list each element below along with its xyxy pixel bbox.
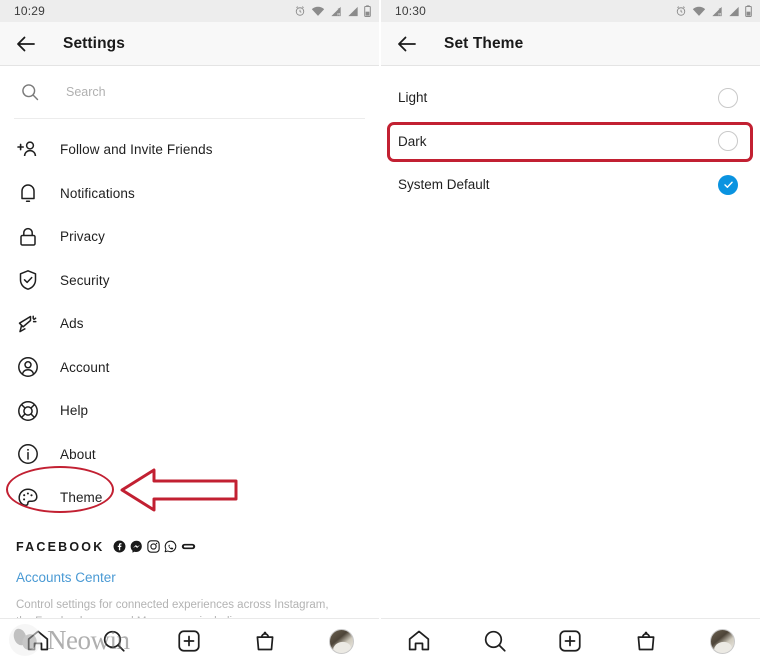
oculus-icon: [182, 543, 196, 550]
neowin-watermark: Neowin: [8, 623, 130, 657]
alarm-icon: [676, 6, 686, 16]
nav-shop-icon[interactable]: [631, 626, 661, 656]
nav-profile-avatar[interactable]: [707, 626, 737, 656]
dual-screenshot-container: 10:29 R x Settings Search Follow and Inv…: [0, 0, 760, 663]
accounts-center-link[interactable]: Accounts Center: [0, 570, 379, 585]
search-icon: [20, 82, 40, 102]
settings-item-label: Account: [60, 359, 110, 375]
signal-1-icon: R x: [712, 6, 722, 16]
signal-2-icon: [729, 6, 739, 16]
nav-home-icon[interactable]: [404, 626, 434, 656]
nav-create-icon[interactable]: [174, 626, 204, 656]
theme-option-dark[interactable]: Dark: [381, 120, 760, 164]
avatar: [328, 628, 354, 654]
page-title: Set Theme: [444, 34, 524, 52]
theme-option-system-default[interactable]: System Default: [381, 163, 760, 207]
alarm-icon: [295, 6, 305, 16]
back-arrow-icon[interactable]: [395, 32, 419, 56]
settings-item-privacy[interactable]: Privacy: [0, 215, 379, 259]
status-time: 10:30: [395, 4, 427, 18]
settings-item-label: Security: [60, 272, 110, 288]
battery-icon: [364, 5, 371, 17]
signal-2-icon: [348, 6, 358, 16]
facebook-family-icons: [113, 540, 196, 553]
radio-unselected-icon[interactable]: [718, 87, 738, 108]
messenger-icon: [131, 540, 143, 553]
bell-icon: [16, 181, 40, 205]
signal-1-icon: R x: [331, 6, 341, 16]
theme-option-label: Light: [398, 90, 428, 106]
wifi-icon: [692, 6, 706, 16]
search-bar[interactable]: Search: [0, 66, 379, 118]
info-circle-icon: [16, 442, 40, 466]
settings-item-theme[interactable]: Theme: [0, 476, 379, 520]
page-title: Settings: [63, 34, 125, 52]
shield-check-icon: [16, 268, 40, 292]
svg-text:R: R: [718, 11, 721, 16]
back-arrow-icon[interactable]: [14, 32, 38, 56]
theme-option-light[interactable]: Light: [381, 76, 760, 120]
app-bar-right: Set Theme: [381, 22, 760, 66]
settings-item-ads[interactable]: Ads: [0, 302, 379, 346]
whatsapp-icon: [165, 540, 177, 553]
settings-item-security[interactable]: Security: [0, 259, 379, 303]
right-phone-screen: 10:30 R x Set Theme Light Dark System De…: [381, 0, 760, 663]
settings-item-label: Privacy: [60, 229, 105, 245]
nav-create-icon[interactable]: [555, 626, 585, 656]
neowin-watermark-text: Neowin: [47, 624, 130, 655]
bottom-nav-right: [381, 618, 760, 663]
settings-item-account[interactable]: Account: [0, 346, 379, 390]
nav-search-icon[interactable]: [480, 626, 510, 656]
account-circle-icon: [16, 355, 40, 379]
instagram-icon: [147, 540, 161, 553]
settings-item-label: About: [60, 446, 96, 462]
lifebuoy-icon: [16, 399, 40, 423]
settings-item-help[interactable]: Help: [0, 389, 379, 433]
settings-item-label: Notifications: [60, 185, 135, 201]
left-phone-screen: 10:29 R x Settings Search Follow and Inv…: [0, 0, 379, 663]
battery-icon: [745, 5, 752, 17]
theme-options-list: Light Dark System Default: [381, 66, 760, 207]
follow-invite-friends-icon: [16, 138, 40, 162]
status-bar-right: 10:30 R x: [381, 0, 760, 22]
status-bar-left: 10:29 R x: [0, 0, 379, 22]
nav-profile-avatar[interactable]: [326, 626, 356, 656]
settings-list: Follow and Invite Friends Notifications: [0, 119, 379, 520]
status-icons: R x: [294, 5, 371, 17]
theme-option-label: Dark: [398, 133, 427, 149]
settings-item-follow-and-invite-friends[interactable]: Follow and Invite Friends: [0, 128, 379, 172]
status-time: 10:29: [14, 4, 46, 18]
facebook-wordmark: FACEBOOK: [16, 539, 105, 554]
settings-item-notifications[interactable]: Notifications: [0, 172, 379, 216]
svg-text:x: x: [719, 6, 721, 11]
status-icons: R x: [675, 5, 752, 17]
facebook-brand-row: FACEBOOK: [0, 532, 379, 562]
search-input[interactable]: Search: [66, 85, 106, 99]
palette-icon: [16, 486, 40, 510]
lock-icon: [16, 225, 40, 249]
radio-unselected-icon[interactable]: [718, 131, 738, 152]
settings-item-label: Ads: [60, 316, 84, 332]
radio-selected-check-icon[interactable]: [718, 174, 738, 195]
facebook-icon: [113, 540, 126, 553]
svg-text:R: R: [337, 11, 340, 16]
wifi-icon: [311, 6, 325, 16]
settings-item-label: Help: [60, 403, 89, 419]
megaphone-icon: [16, 312, 40, 336]
settings-item-label: Theme: [60, 490, 103, 506]
app-bar-left: Settings: [0, 22, 379, 66]
svg-text:x: x: [338, 6, 340, 11]
avatar: [709, 628, 735, 654]
nav-shop-icon[interactable]: [250, 626, 280, 656]
neowin-logo-icon: [8, 623, 42, 657]
settings-item-label: Follow and Invite Friends: [60, 142, 213, 158]
theme-option-label: System Default: [398, 177, 490, 193]
settings-item-about[interactable]: About: [0, 433, 379, 477]
